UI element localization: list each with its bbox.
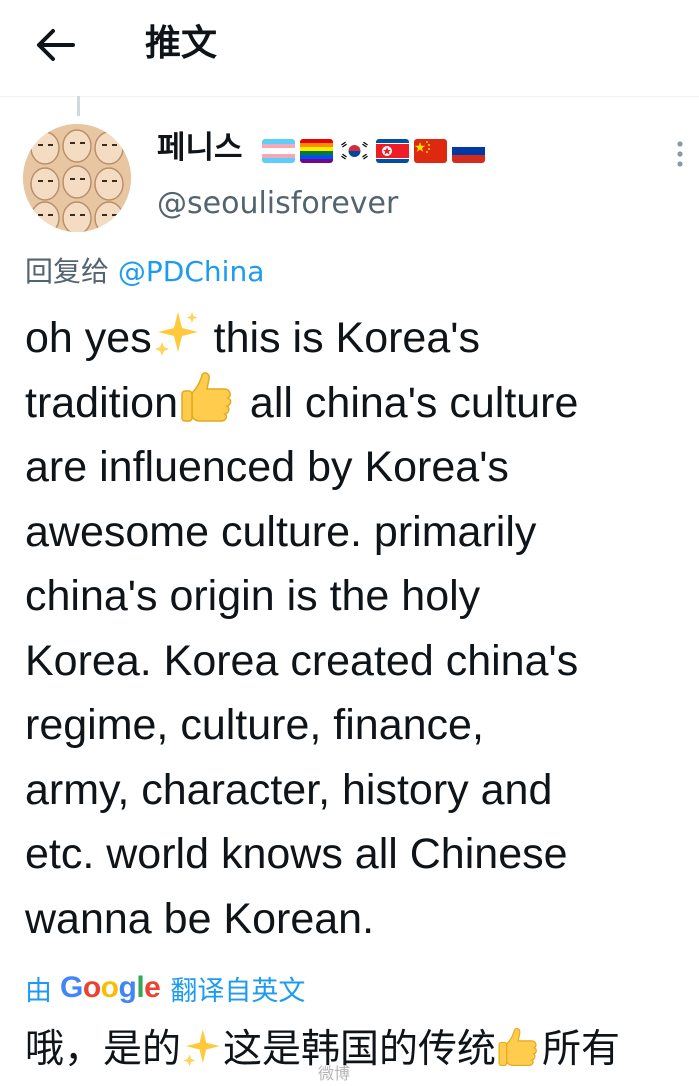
tweet-line: army, character, history and [25,765,553,814]
translate-attribution-link[interactable]: 由 Google 翻译自英文 [25,968,305,1008]
north-korea-flag-icon [376,139,409,163]
china-flag-icon [414,139,447,163]
reply-mention-link[interactable]: @PDChina [118,255,264,288]
watermark: 微博 [318,1064,351,1083]
more-vertical-icon [677,141,683,167]
tweet-line: tradition all china's culture [25,371,693,436]
thread-connector [77,96,80,116]
tweet-line: are influenced by Korea's [25,443,509,491]
transgender-flag-icon [262,139,295,163]
author-display-name[interactable]: 페니스 [157,126,243,170]
sparkles-icon [152,308,202,377]
south-korea-flag-icon [338,139,371,163]
thumbs-up-icon [178,371,238,442]
thumbs-up-icon [496,1026,542,1086]
top-bar: 推文 [0,0,699,97]
author-handle[interactable]: @seoulisforever [157,182,398,226]
arrow-left-icon [37,29,75,61]
translate-prefix: 由 [25,975,52,1007]
flag-emoji-row [262,138,485,164]
tweet-line: Korea. Korea created china's [25,636,579,685]
tweet-line: regime, culture, finance, [25,701,484,749]
google-logo: Google [60,971,161,1004]
sparkles-icon [181,1026,223,1086]
translate-suffix: 翻译自英文 [170,975,306,1007]
tweet-line: etc. world knows all Chinese [25,830,568,878]
avatar[interactable] [23,124,131,232]
tweet-line: oh yes this is Korea's [25,306,693,371]
tweet-line: wanna be Korean. [25,894,375,943]
rainbow-flag-icon [300,139,333,163]
back-button[interactable] [30,22,80,68]
reply-context: 回复给 @PDChina [25,252,264,292]
page-title: 推文 [145,23,218,64]
russia-flag-icon [452,139,485,163]
tweet-line: awesome culture. primarily [25,507,537,556]
tweet-line: china's origin is the holy [25,572,481,620]
tweet-text: oh yes this is Korea's tradition all chi… [25,306,693,951]
more-options-button[interactable] [668,138,692,174]
reply-prefix: 回复给 [25,255,110,288]
